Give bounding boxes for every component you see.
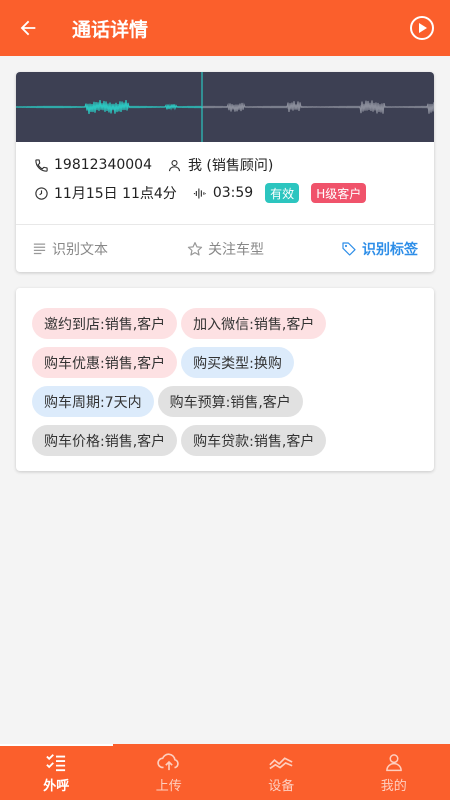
action-bar: 识别文本 关注车型 识别标签 — [16, 225, 434, 272]
tab-device[interactable]: 设备 — [225, 744, 338, 800]
tag-chip[interactable]: 购车预算:销售,客户 — [157, 386, 303, 417]
back-button[interactable] — [0, 0, 56, 56]
tag-chip[interactable]: 购车周期:7天内 — [32, 386, 154, 417]
wave-icon — [269, 757, 293, 770]
star-icon — [187, 241, 203, 257]
bottom-tab-bar: 外呼 上传 设备 我的 — [0, 744, 450, 800]
play-circle-icon — [410, 16, 434, 40]
tag-chip[interactable]: 购车贷款:销售,客户 — [181, 425, 327, 456]
valid-badge: 有效 — [265, 183, 300, 203]
clock-icon — [32, 184, 50, 202]
unplayed-waveform — [201, 100, 434, 114]
tab-outbound[interactable]: 外呼 — [0, 744, 113, 800]
tag-chip[interactable]: 购买类型:换购 — [181, 347, 294, 378]
tab-upload[interactable]: 上传 — [113, 744, 226, 800]
text-lines-icon — [32, 241, 47, 256]
call-duration: 03:59 — [212, 185, 254, 201]
call-detail-card: 19812340004 我 (销售顾问) 11月15日 11点4分 03:59 … — [16, 72, 434, 272]
tag-list: 邀约到店:销售,客户 加入微信:销售,客户 购车优惠:销售,客户 购买类型:换购 购车周… — [32, 308, 418, 456]
recognized-text-button[interactable]: 识别文本 — [32, 225, 108, 272]
call-owner: 我 (销售顾问) — [187, 158, 274, 174]
arrow-left-icon — [20, 20, 36, 36]
recognized-text-label: 识别文本 — [52, 241, 108, 258]
tag-chip[interactable]: 购车优惠:销售,客户 — [32, 347, 178, 378]
app-header: 通话详情 — [0, 0, 450, 56]
cloud-upload-icon — [157, 753, 179, 771]
play-button[interactable] — [394, 0, 450, 56]
tab-label: 我的 — [380, 779, 407, 794]
user-icon — [385, 754, 402, 772]
tag-chip[interactable]: 邀约到店:销售,客户 — [32, 308, 178, 339]
phone-number[interactable]: 19812340004 — [54, 157, 152, 173]
user-icon — [166, 156, 184, 174]
tag-icon — [341, 241, 357, 257]
tab-label: 设备 — [268, 779, 295, 794]
tag-chip[interactable]: 购车价格:销售,客户 — [32, 425, 178, 456]
tab-mine[interactable]: 我的 — [338, 744, 450, 800]
tag-chip[interactable]: 加入微信:销售,客户 — [181, 308, 327, 339]
tab-label: 上传 — [155, 779, 182, 794]
played-waveform — [16, 99, 203, 114]
phone-icon — [32, 156, 50, 174]
followed-car-button[interactable]: 关注车型 — [187, 225, 264, 272]
tags-card: 邀约到店:销售,客户 加入微信:销售,客户 购车优惠:销售,客户 购买类型:换购 购车周… — [16, 288, 434, 471]
checklist-icon — [46, 754, 66, 772]
customer-level-badge: H级客户 — [311, 183, 367, 203]
followed-car-label: 关注车型 — [208, 241, 264, 258]
recognized-tags-button[interactable]: 识别标签 — [341, 225, 418, 272]
audio-wave-icon — [191, 184, 209, 202]
call-time: 11月15日 11点4分 — [54, 186, 177, 202]
tab-label: 外呼 — [43, 779, 70, 794]
recognized-tags-label: 识别标签 — [362, 241, 418, 258]
audio-waveform[interactable] — [16, 72, 434, 142]
waveform-graph — [16, 72, 434, 142]
page-title: 通话详情 — [72, 18, 149, 41]
